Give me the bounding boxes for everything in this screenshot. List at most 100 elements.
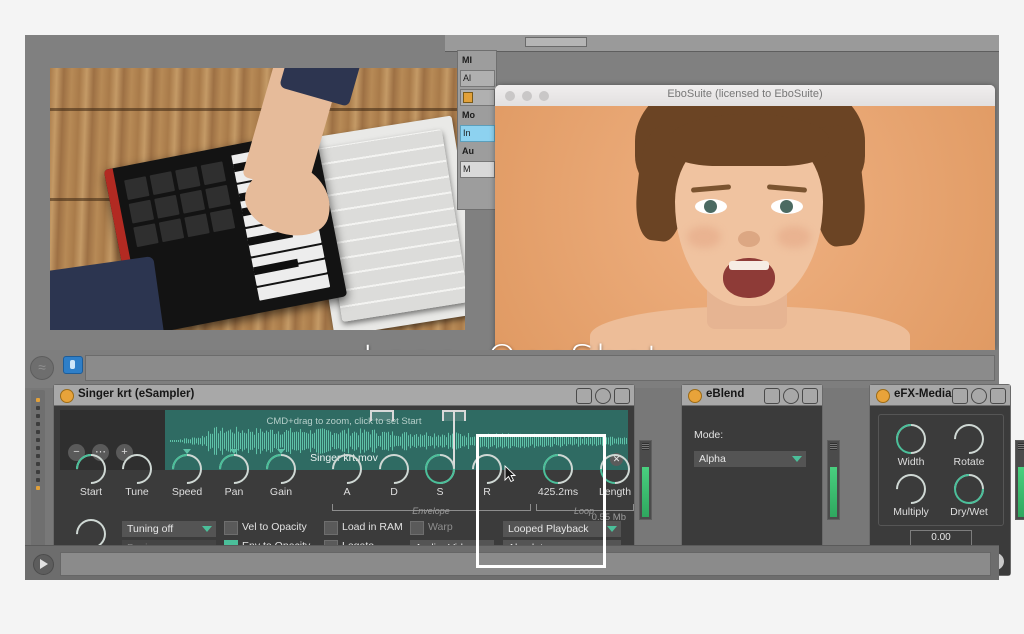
knob-width[interactable]	[889, 417, 933, 461]
efx-median-title: eFX-Median	[894, 388, 959, 400]
label-vel-to-opacity: Vel to Opacity	[242, 521, 307, 533]
dropdown-tuning[interactable]: Tuning off	[122, 521, 216, 537]
knob-loop-start[interactable]	[536, 447, 580, 491]
eblend-header-icons	[764, 388, 818, 404]
efx-median-header-icons	[952, 388, 1006, 404]
track-io-panel: MI Al Mo In Au M	[457, 50, 497, 210]
checkbox-vel-to-opacity[interactable]	[224, 521, 238, 535]
knob-label-r: R	[483, 486, 491, 498]
ebosuite-output-window: EboSuite (licensed to EboSuite)	[495, 85, 995, 350]
knob-speed[interactable]	[165, 447, 209, 491]
chevron-down-icon	[792, 456, 802, 462]
pupil-right	[780, 200, 793, 213]
video-clip-left	[50, 68, 465, 330]
save-icon[interactable]	[802, 388, 818, 404]
knob-loop-length[interactable]	[593, 447, 634, 491]
hair-fringe	[669, 114, 829, 166]
hotswap-icon[interactable]	[783, 388, 799, 404]
window-icon[interactable]	[764, 388, 780, 404]
label-load-in-ram: Load in RAM	[342, 521, 403, 533]
knob-start[interactable]	[69, 447, 113, 491]
screenshot-root: MI Al Mo In Au M EboSuite (licensed to E…	[0, 0, 1024, 634]
dropdown-tuning-value: Tuning off	[127, 523, 174, 535]
device-power-led[interactable]	[876, 389, 890, 403]
knob-gain[interactable]	[259, 447, 303, 491]
knob-a[interactable]	[325, 447, 369, 491]
session-grid-strip[interactable]	[445, 35, 999, 52]
esampler-header-icons	[576, 388, 630, 404]
ableton-live-window: MI Al Mo In Au M EboSuite (licensed to E…	[25, 35, 1024, 580]
blush-right	[777, 226, 811, 248]
loop-start-brace[interactable]	[370, 410, 394, 421]
knob-drywet[interactable]	[947, 467, 991, 511]
hotswap-icon[interactable]	[595, 388, 611, 404]
status-bar[interactable]	[60, 552, 991, 576]
save-icon[interactable]	[990, 388, 1006, 404]
channel-chip-icon	[463, 92, 473, 104]
knob-rotate[interactable]	[947, 417, 991, 461]
signal-meter-3	[1015, 440, 1024, 520]
nose	[738, 231, 760, 247]
io-row-master[interactable]: M	[460, 161, 495, 178]
hotswap-icon[interactable]	[971, 388, 987, 404]
knob-s[interactable]	[418, 447, 462, 491]
knob-d[interactable]	[372, 447, 416, 491]
clip-lane[interactable]	[85, 355, 995, 381]
knob-pan[interactable]	[212, 447, 256, 491]
knob-label-width: Width	[897, 456, 925, 468]
waveform-toggle-icon[interactable]: ≈	[30, 356, 54, 380]
video-caption: Loop, OneShot	[25, 338, 999, 350]
label-warp: Warp	[428, 521, 453, 533]
checkbox-warp[interactable]	[410, 521, 424, 535]
file-size-label: 0.55 Mb	[591, 512, 626, 523]
io-row-all-ins[interactable]: Al	[460, 70, 495, 87]
ebosuite-video-canvas	[495, 106, 995, 350]
knob-label-rotate: Rotate	[953, 456, 985, 468]
mouse-cursor	[504, 465, 516, 483]
knob-label-gain: Gain	[269, 486, 293, 498]
io-row-monitor: Mo	[462, 110, 475, 120]
dropdown-loop-mode[interactable]: Looped Playback	[503, 521, 621, 537]
knob-label-drywet: Dry/Wet	[950, 506, 988, 518]
clip-launch-icon[interactable]	[63, 356, 83, 374]
dropdown-loop-mode-value: Looped Playback	[508, 523, 589, 535]
efx-median-header[interactable]: eFX-Median	[870, 385, 1010, 406]
io-row-channel[interactable]	[460, 89, 495, 106]
chevron-down-icon	[202, 526, 212, 532]
io-row-monitor-in[interactable]: In	[460, 125, 495, 142]
knob-tune[interactable]	[115, 447, 159, 491]
jeans-leg	[50, 256, 166, 330]
dropdown-eblend-mode[interactable]: Alpha	[694, 451, 806, 467]
knob-label-loop-length: Length	[598, 486, 632, 498]
session-scroll-tab[interactable]	[525, 37, 587, 47]
blush-left	[687, 226, 721, 248]
chevron-down-icon	[607, 526, 617, 532]
window-icon[interactable]	[576, 388, 592, 404]
knob-r[interactable]	[465, 447, 509, 491]
knob-label-loop-start: 425.2ms	[537, 486, 579, 498]
window-icon[interactable]	[952, 388, 968, 404]
ebosuite-window-title: EboSuite (licensed to EboSuite)	[667, 88, 823, 100]
eblend-mode-label: Mode:	[694, 429, 724, 441]
checkbox-load-in-ram[interactable]	[324, 521, 338, 535]
envelope-brace-label: Envelope	[412, 506, 450, 516]
chain-toolbar: ≈	[25, 350, 999, 388]
device-power-led[interactable]	[60, 389, 74, 403]
device-power-led[interactable]	[688, 389, 702, 403]
dropdown-eblend-mode-value: Alpha	[699, 453, 726, 465]
signal-meter-2	[827, 440, 840, 520]
video-preview-area: MI Al Mo In Au M EboSuite (licensed to E…	[25, 35, 999, 350]
esampler-header[interactable]: Singer krt (eSampler)	[54, 385, 634, 406]
knob-multiply[interactable]	[889, 467, 933, 511]
pupil-left	[704, 200, 717, 213]
ebosuite-titlebar[interactable]: EboSuite (licensed to EboSuite)	[495, 85, 995, 107]
signal-meter-1	[639, 440, 652, 520]
eblend-title: eBlend	[706, 388, 745, 400]
save-icon[interactable]	[614, 388, 630, 404]
eblend-header[interactable]: eBlend	[682, 385, 822, 406]
io-row-midi-from: MI	[462, 55, 472, 65]
transport-footer	[25, 545, 999, 580]
esampler-title: Singer krt (eSampler)	[78, 388, 195, 400]
device-drag-handle[interactable]	[31, 390, 45, 568]
play-icon[interactable]	[33, 554, 54, 575]
